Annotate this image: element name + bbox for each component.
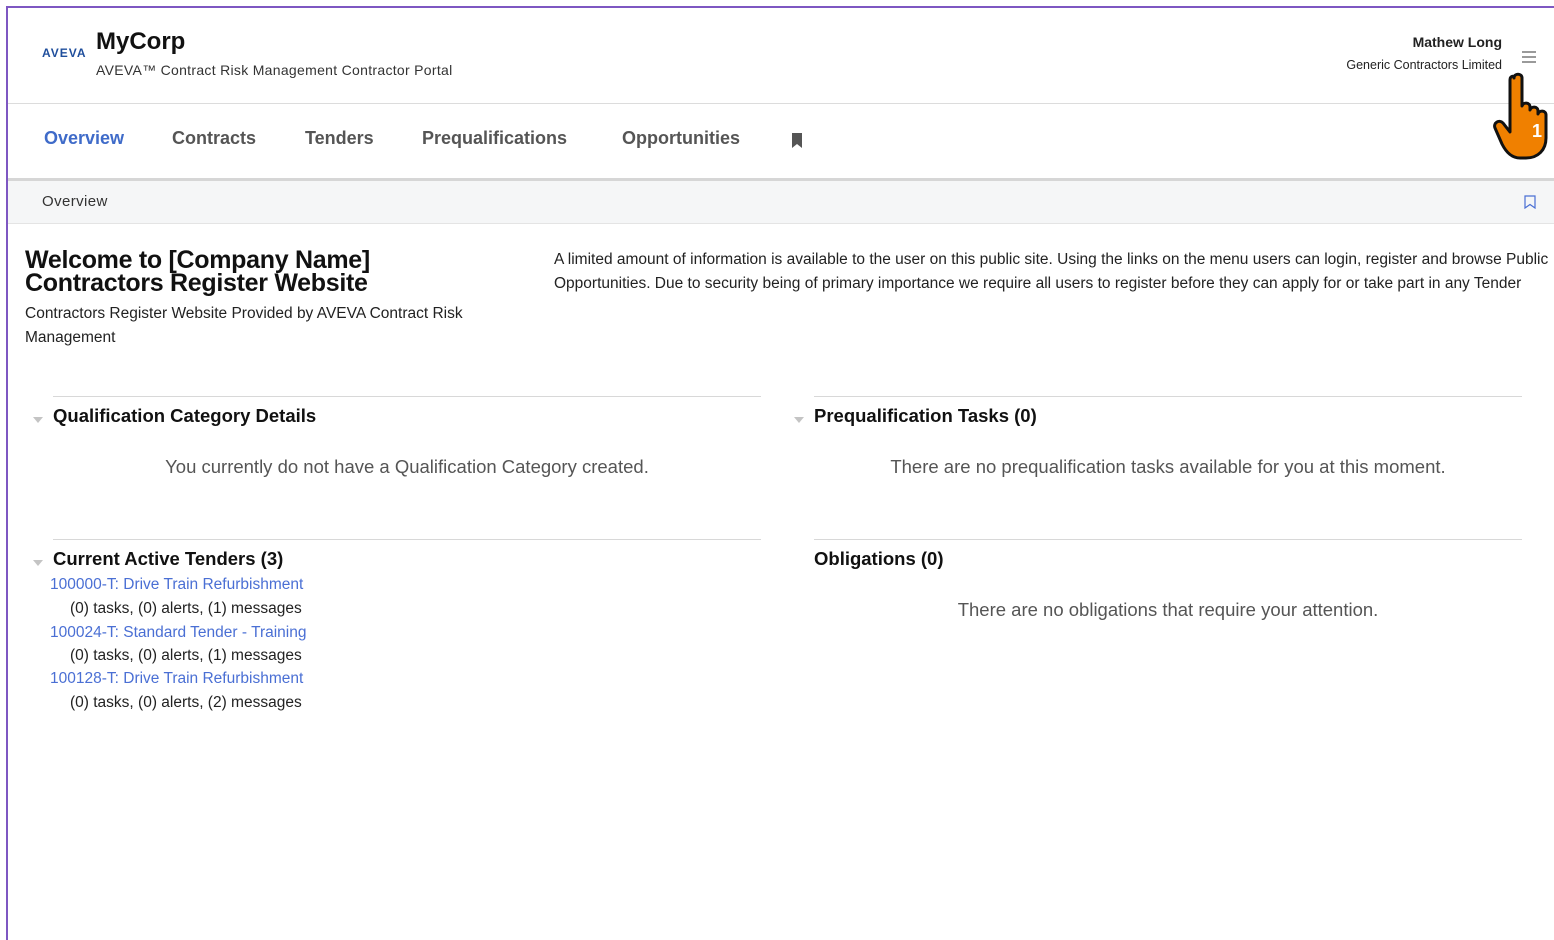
brand-subtitle: AVEVA™ Contract Risk Management Contract… <box>96 62 453 78</box>
qualification-empty-message: You currently do not have a Qualificatio… <box>165 456 649 477</box>
user-name: Mathew Long <box>1412 34 1502 50</box>
tab-opportunities[interactable]: Opportunities <box>622 128 740 149</box>
step-number-badge: 1 <box>1531 121 1542 141</box>
breadcrumb-current: Overview <box>42 193 108 210</box>
bookmark-page-icon[interactable] <box>1524 195 1536 209</box>
breadcrumb: Overview <box>8 181 1554 224</box>
obligations-empty-message: There are no obligations that require yo… <box>957 599 1379 620</box>
tender-meta: (0) tasks, (0) alerts, (2) messages <box>70 694 302 711</box>
tab-contracts[interactable]: Contracts <box>172 128 256 149</box>
tender-link[interactable]: 100024-T: Standard Tender - Training <box>50 624 307 642</box>
user-company: Generic Contractors Limited <box>1346 58 1502 72</box>
page-subtitle: Contractors Register Website Provided by… <box>25 305 463 346</box>
tender-meta: (0) tasks, (0) alerts, (1) messages <box>70 600 302 617</box>
divider <box>814 539 1522 540</box>
app-frame: AVEVA MyCorp AVEVA™ Contract Risk Manage… <box>6 6 1554 940</box>
collapse-caret-icon[interactable] <box>794 417 804 423</box>
prequal-tasks-panel-title: Prequalification Tasks (0) <box>814 405 1037 426</box>
tab-overview[interactable]: Overview <box>44 128 124 149</box>
tender-meta: (0) tasks, (0) alerts, (1) messages <box>70 647 302 664</box>
obligations-panel-title: Obligations (0) <box>814 548 944 569</box>
collapse-caret-icon[interactable] <box>33 560 43 566</box>
bookmarks-icon[interactable] <box>791 133 803 148</box>
hand-pointer-icon <box>1493 72 1548 160</box>
hamburger-menu-icon[interactable] <box>1522 51 1536 63</box>
aveva-logo: AVEVA <box>42 46 87 60</box>
qualification-panel-title: Qualification Category Details <box>53 405 317 426</box>
divider <box>53 396 761 397</box>
tender-link[interactable]: 100000-T: Drive Train Refurbishment <box>50 576 303 594</box>
brand-name: MyCorp <box>96 28 186 55</box>
header: AVEVA MyCorp AVEVA™ Contract Risk Manage… <box>8 8 1554 104</box>
tenders-panel-title: Current Active Tenders (3) <box>53 548 284 569</box>
page-title: Welcome to [Company Name] Contractors Re… <box>25 248 525 297</box>
title-line-2: Contractors Register Website <box>25 269 368 297</box>
tab-prequalifications[interactable]: Prequalifications <box>422 128 567 149</box>
divider <box>814 396 1522 397</box>
public-site-info: A limited amount of information is avail… <box>554 251 1549 292</box>
tender-link[interactable]: 100128-T: Drive Train Refurbishment <box>50 670 303 688</box>
tab-tenders[interactable]: Tenders <box>305 128 374 149</box>
prequal-tasks-empty-message: There are no prequalification tasks avai… <box>890 456 1446 477</box>
collapse-caret-icon[interactable] <box>33 417 43 423</box>
divider <box>53 539 761 540</box>
main-nav: Overview Contracts Tenders Prequalificat… <box>8 104 1554 181</box>
